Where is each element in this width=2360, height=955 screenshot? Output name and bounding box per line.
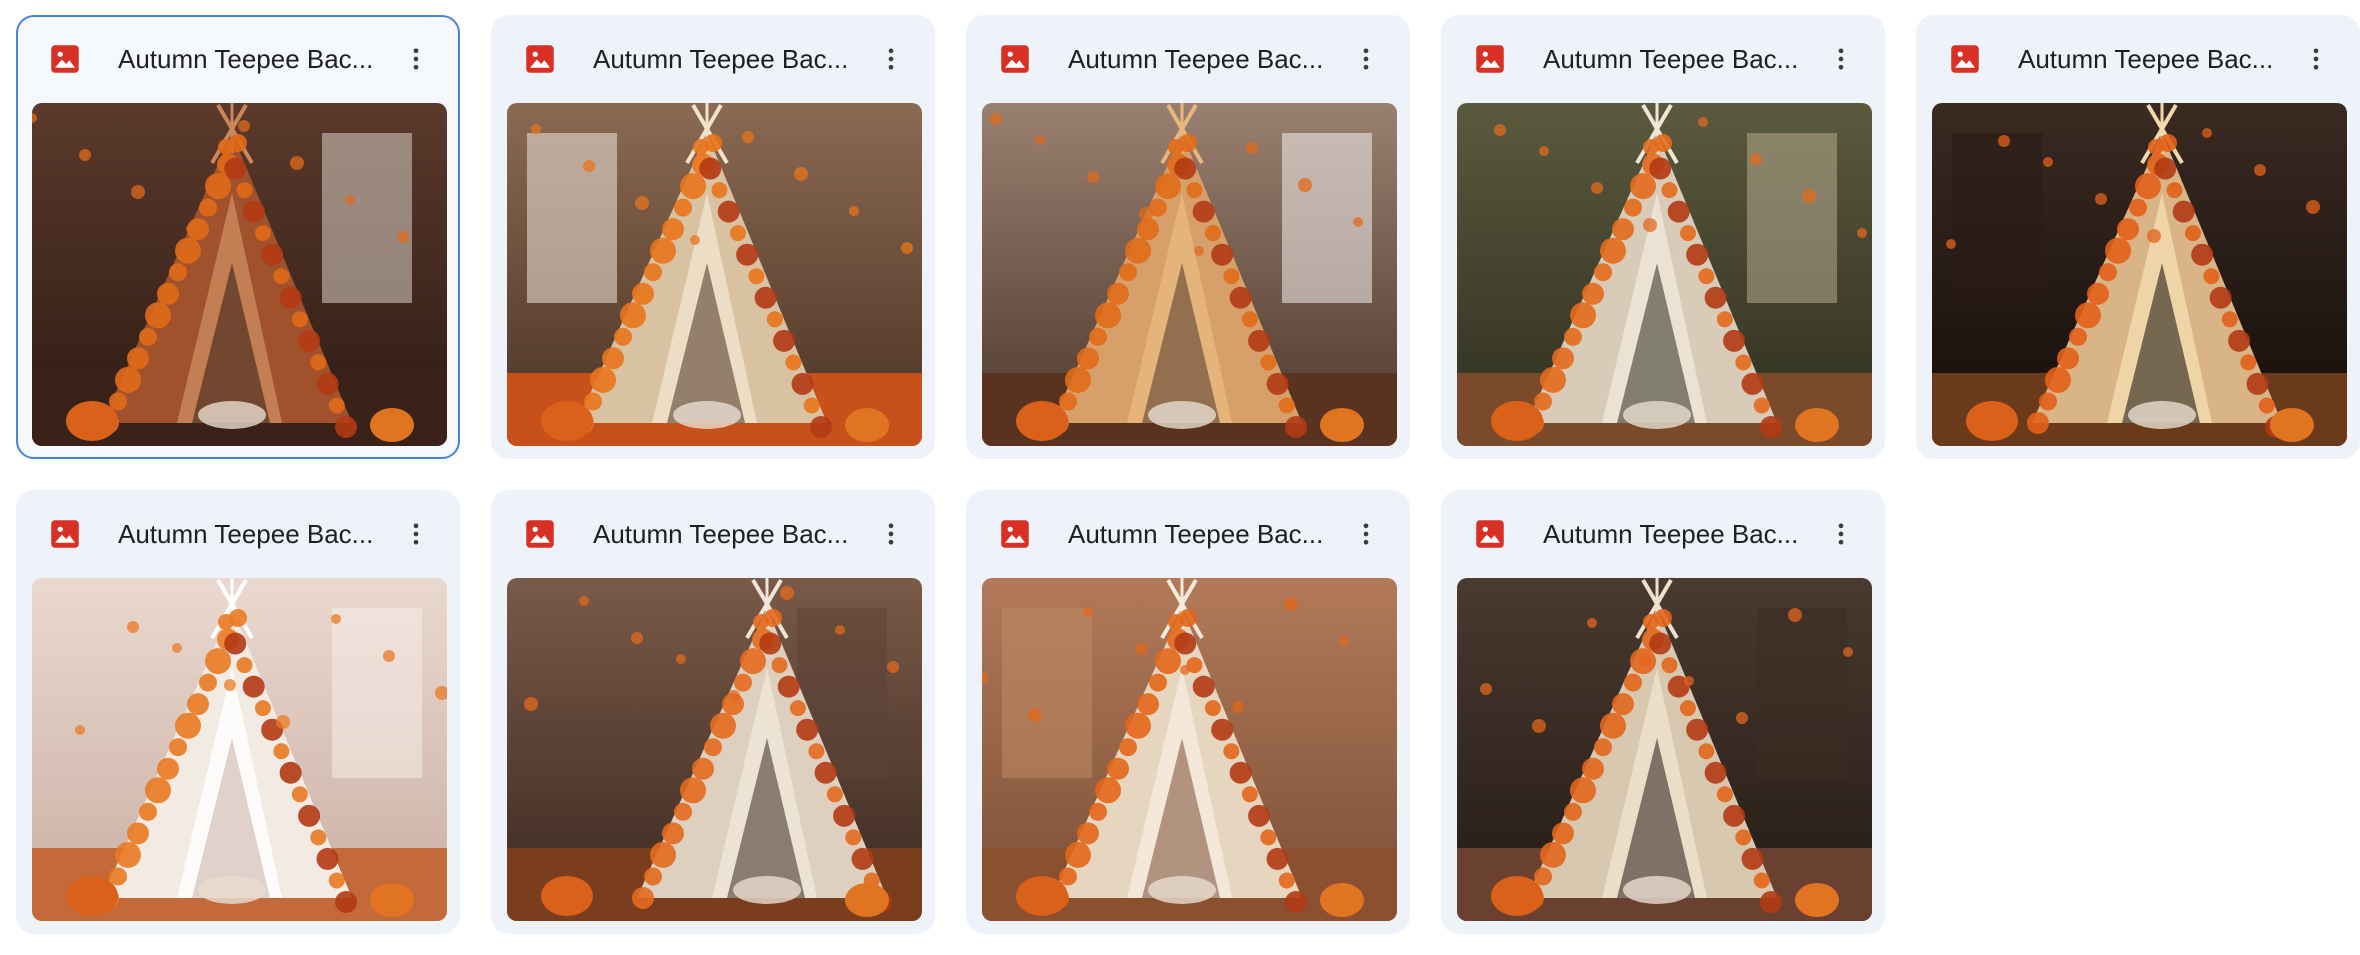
image-thumbnail[interactable]	[32, 103, 447, 446]
more-actions-button[interactable]	[2296, 39, 2336, 79]
image-thumbnail[interactable]	[1457, 578, 1872, 921]
file-name: Autumn Teepee Bac...	[1543, 519, 1799, 549]
image-file-icon	[525, 44, 555, 74]
image-file-icon	[1000, 519, 1030, 549]
file-card-header[interactable]: Autumn Teepee Bac...	[1443, 492, 1883, 578]
file-name: Autumn Teepee Bac...	[1068, 44, 1324, 74]
file-card[interactable]: Autumn Teepee Bac...	[491, 490, 935, 934]
file-card-header[interactable]: Autumn Teepee Bac...	[18, 492, 458, 578]
more-actions-button[interactable]	[396, 514, 436, 554]
image-file-icon	[1475, 44, 1505, 74]
file-card[interactable]: Autumn Teepee Bac...	[16, 15, 460, 459]
more-vertical-icon	[2313, 48, 2319, 70]
more-vertical-icon	[888, 523, 894, 545]
file-name: Autumn Teepee Bac...	[593, 519, 849, 549]
file-card[interactable]: Autumn Teepee Bac...	[966, 490, 1410, 934]
image-file-icon	[50, 44, 80, 74]
more-actions-button[interactable]	[396, 39, 436, 79]
file-name: Autumn Teepee Bac...	[118, 44, 374, 74]
file-card-header[interactable]: Autumn Teepee Bac...	[493, 492, 933, 578]
image-file-icon	[1000, 44, 1030, 74]
file-card[interactable]: Autumn Teepee Bac...	[16, 490, 460, 934]
image-thumbnail[interactable]	[507, 578, 922, 921]
image-thumbnail[interactable]	[507, 103, 922, 446]
file-name: Autumn Teepee Bac...	[1068, 519, 1324, 549]
image-file-icon	[1950, 44, 1980, 74]
more-vertical-icon	[1838, 48, 1844, 70]
file-name: Autumn Teepee Bac...	[118, 519, 374, 549]
more-actions-button[interactable]	[871, 514, 911, 554]
more-actions-button[interactable]	[1346, 514, 1386, 554]
file-card[interactable]: Autumn Teepee Bac...	[966, 15, 1410, 459]
more-vertical-icon	[413, 48, 419, 70]
image-thumbnail[interactable]	[982, 103, 1397, 446]
file-card[interactable]: Autumn Teepee Bac...	[1441, 490, 1885, 934]
file-card-header[interactable]: Autumn Teepee Bac...	[18, 17, 458, 103]
more-vertical-icon	[1363, 48, 1369, 70]
file-card[interactable]: Autumn Teepee Bac...	[491, 15, 935, 459]
file-card-header[interactable]: Autumn Teepee Bac...	[968, 17, 1408, 103]
file-card-header[interactable]: Autumn Teepee Bac...	[493, 17, 933, 103]
more-vertical-icon	[1363, 523, 1369, 545]
image-file-icon	[1475, 519, 1505, 549]
file-name: Autumn Teepee Bac...	[2018, 44, 2274, 74]
file-card[interactable]: Autumn Teepee Bac...	[1441, 15, 1885, 459]
file-card-header[interactable]: Autumn Teepee Bac...	[968, 492, 1408, 578]
file-card-header[interactable]: Autumn Teepee Bac...	[1443, 17, 1883, 103]
image-file-icon	[50, 519, 80, 549]
image-thumbnail[interactable]	[32, 578, 447, 921]
file-card[interactable]: Autumn Teepee Bac...	[1916, 15, 2360, 459]
more-actions-button[interactable]	[1821, 514, 1861, 554]
more-actions-button[interactable]	[1821, 39, 1861, 79]
more-actions-button[interactable]	[1346, 39, 1386, 79]
more-vertical-icon	[413, 523, 419, 545]
file-name: Autumn Teepee Bac...	[1543, 44, 1799, 74]
more-vertical-icon	[888, 48, 894, 70]
file-name: Autumn Teepee Bac...	[593, 44, 849, 74]
more-vertical-icon	[1838, 523, 1844, 545]
image-thumbnail[interactable]	[1457, 103, 1872, 446]
image-file-icon	[525, 519, 555, 549]
image-thumbnail[interactable]	[1932, 103, 2347, 446]
file-grid: Autumn Teepee Bac... Autumn Teepee Bac...…	[16, 15, 2360, 955]
file-card-header[interactable]: Autumn Teepee Bac...	[1918, 17, 2358, 103]
image-thumbnail[interactable]	[982, 578, 1397, 921]
more-actions-button[interactable]	[871, 39, 911, 79]
